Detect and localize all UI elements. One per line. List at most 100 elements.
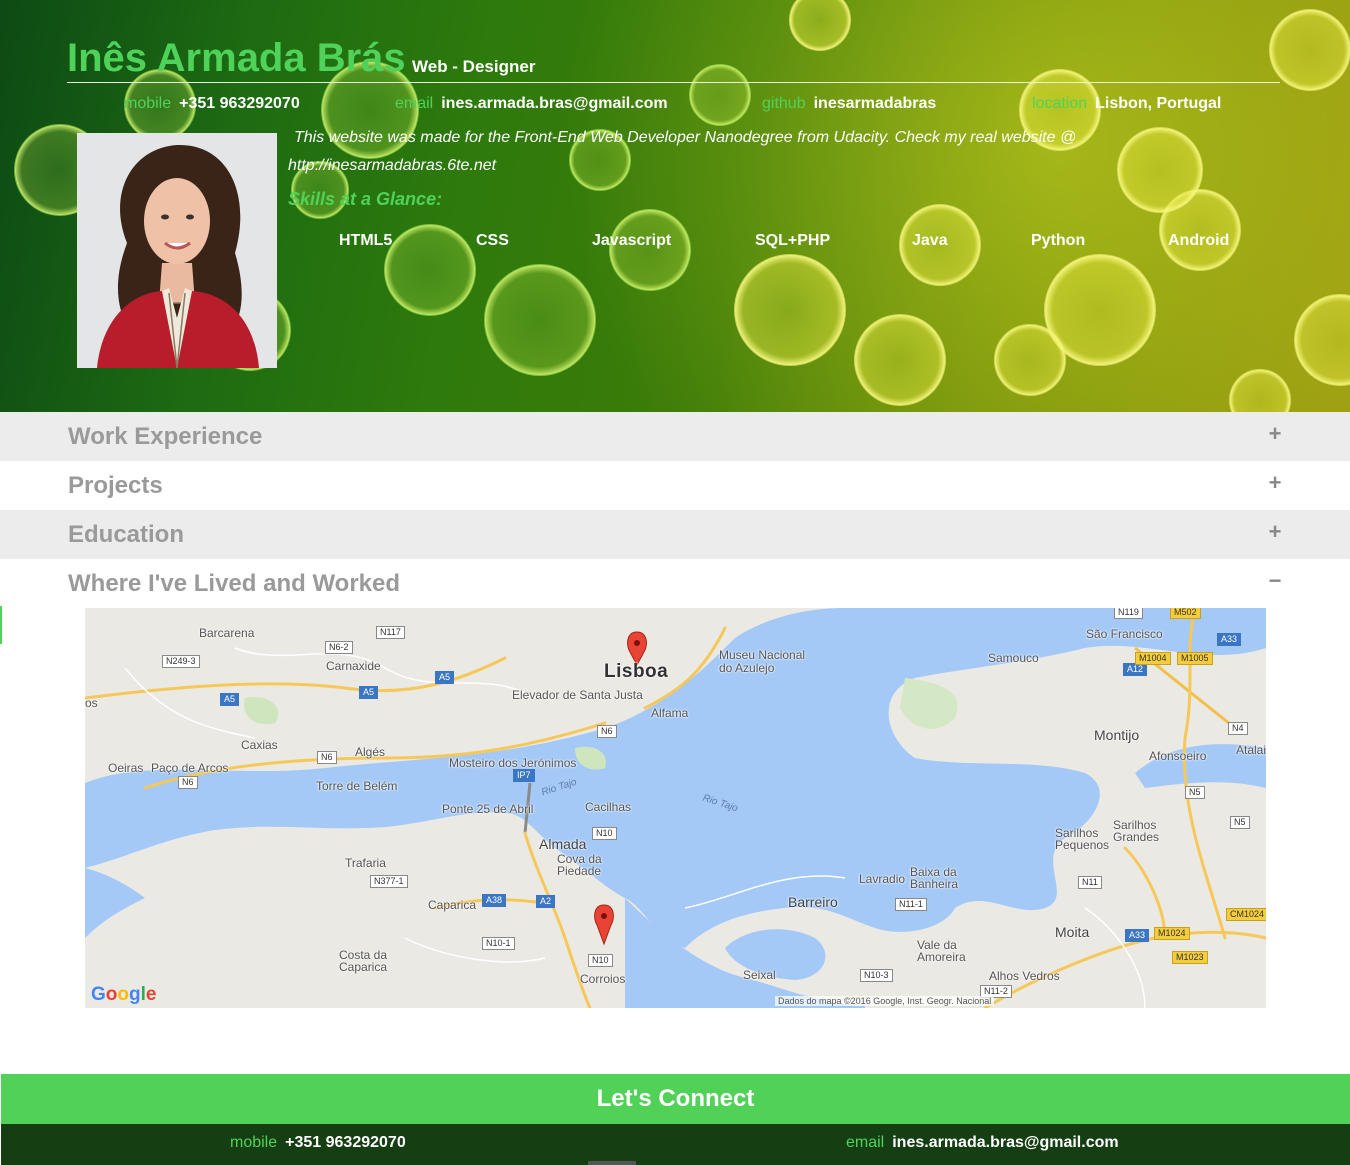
road-badge: A33	[1125, 929, 1150, 942]
road-badge: A2	[536, 895, 556, 908]
road-badge: N5	[1185, 786, 1205, 799]
footer-contact-mobile: mobile +351 963292070	[230, 1134, 406, 1152]
road-badge: M1024	[1154, 927, 1190, 940]
contact-value[interactable]: ines.armada.bras@gmail.com	[441, 95, 667, 112]
map-place: Elevador de Santa Justa	[512, 688, 643, 702]
map-place: Carnaxide	[326, 659, 381, 673]
section-projects[interactable]: Projects +	[0, 461, 1350, 510]
section-title[interactable]: Where I've Lived and Worked	[68, 570, 400, 598]
map[interactable]: Barcarena Carnaxide Lisboa Museu Naciona…	[85, 608, 1266, 1008]
section-education[interactable]: Education +	[0, 510, 1350, 559]
road-badge: N10	[592, 827, 617, 840]
skill-item: Javascript	[592, 232, 672, 249]
map-place: Museu Nacional do Azulejo	[719, 648, 806, 675]
footer-contact-email: email ines.armada.bras@gmail.com	[846, 1134, 1119, 1152]
road-badge: N10-3	[860, 969, 893, 982]
section-map[interactable]: Where I've Lived and Worked −	[0, 559, 1350, 608]
contact-value[interactable]: inesarmadabras	[814, 95, 937, 112]
skill-item: CSS	[476, 232, 509, 249]
road-badge: N6-2	[325, 641, 353, 654]
map-place: Alhos Vedros	[989, 969, 1060, 983]
lets-connect-bar: Let's Connect	[1, 1074, 1350, 1124]
road-badge: IP7	[513, 769, 535, 782]
contact-value[interactable]: +351 963292070	[179, 95, 300, 112]
welcome-message: This website was made for the Front-End …	[288, 129, 1077, 174]
expand-icon[interactable]: +	[1266, 421, 1284, 447]
map-place: Caparica	[428, 898, 477, 912]
collapse-icon[interactable]: −	[1266, 568, 1284, 594]
road-badge: A33	[1217, 633, 1242, 646]
contact-label: mobile	[230, 1134, 278, 1151]
road-badge: A38	[482, 894, 507, 907]
road-badge: M502	[1170, 608, 1201, 619]
map-place: Costa da Caparica	[339, 948, 388, 974]
contact-value[interactable]: +351 963292070	[285, 1134, 406, 1151]
header: Inês Armada Brás Web - Designer mobile +3…	[0, 0, 1350, 412]
map-place: Samouco	[988, 651, 1039, 665]
road-badge: N10	[588, 954, 613, 967]
map-place: Moita	[1055, 924, 1090, 940]
map-place: Trafaria	[345, 856, 386, 870]
contact-email: email ines.armada.bras@gmail.com	[395, 95, 668, 113]
scroll-indicator	[588, 1161, 636, 1165]
road-badge: N119	[1114, 608, 1143, 619]
road-badge: N249-3	[162, 655, 200, 668]
map-place: Barreiro	[788, 894, 838, 910]
map-place: Seixal	[743, 968, 776, 982]
road-badge: N10-1	[482, 937, 515, 950]
road-badge: N4	[1228, 722, 1248, 735]
road-badge: N11	[1078, 876, 1102, 889]
map-place: Algés	[355, 745, 386, 759]
road-badge: A5	[359, 686, 379, 699]
map-base[interactable]	[85, 608, 1266, 1008]
map-attribution[interactable]: Dados do mapa ©2016 Google, Inst. Geogr.…	[775, 996, 995, 1006]
contact-value: Lisbon, Portugal	[1095, 95, 1222, 112]
skills-heading: Skills at a Glance:	[288, 189, 443, 209]
road-badge: A5	[220, 693, 240, 706]
expand-icon[interactable]: +	[1266, 519, 1284, 545]
road-badge: A5	[435, 671, 455, 684]
road-badge: N6	[317, 751, 337, 764]
map-place: Afonsoeiro	[1149, 749, 1207, 763]
section-title[interactable]: Projects	[68, 472, 163, 500]
contact-location: location Lisbon, Portugal	[1032, 95, 1221, 113]
footer-contacts: mobile +351 963292070 email ines.armada.br…	[1, 1124, 1350, 1165]
road-badge: N117	[376, 626, 405, 639]
map-place: Paço de Arcos	[151, 761, 229, 775]
road-badge: N6	[178, 776, 198, 789]
map-place: Lavradio	[859, 872, 906, 886]
section-work-experience[interactable]: Work Experience +	[0, 412, 1350, 461]
contact-mobile: mobile +351 963292070	[124, 95, 300, 113]
map-place: Atalaia	[1236, 743, 1266, 757]
contact-label: email	[395, 95, 434, 112]
road-badge: CM1024	[1226, 908, 1266, 921]
skill-item: HTML5	[339, 232, 393, 249]
google-logo[interactable]: Google	[91, 984, 156, 1006]
contact-label: email	[846, 1134, 885, 1151]
map-place: Montijo	[1094, 727, 1140, 743]
map-place: Lisboa	[604, 661, 669, 682]
contact-github: github inesarmadabras	[762, 95, 936, 113]
skill-item: Java	[912, 232, 948, 249]
map-place: Corroios	[580, 972, 626, 986]
map-place: Torre de Belém	[316, 779, 398, 793]
skill-item: SQL+PHP	[755, 232, 831, 249]
map-place: Oeiras	[108, 761, 144, 775]
expand-icon[interactable]: +	[1266, 470, 1284, 496]
road-badge: M1023	[1172, 951, 1208, 964]
profile-role: Web - Designer	[412, 57, 536, 76]
section-title[interactable]: Work Experience	[68, 423, 262, 451]
map-place: Cova da Piedade	[557, 852, 602, 878]
contact-label: location	[1032, 95, 1088, 112]
contact-value[interactable]: ines.armada.bras@gmail.com	[892, 1134, 1118, 1151]
map-place: São Francisco	[1086, 627, 1163, 641]
road-badge: N11-1	[895, 898, 927, 911]
header-divider	[67, 82, 1280, 83]
road-badge: N377-1	[370, 875, 408, 888]
contact-label: mobile	[124, 95, 172, 112]
road-badge: N5	[1230, 816, 1250, 829]
map-place: Vale da Amoreira	[917, 938, 966, 964]
section-title[interactable]: Education	[68, 521, 184, 549]
profile-name: Inês Armada Brás	[67, 36, 406, 80]
skill-item: Python	[1031, 232, 1086, 249]
